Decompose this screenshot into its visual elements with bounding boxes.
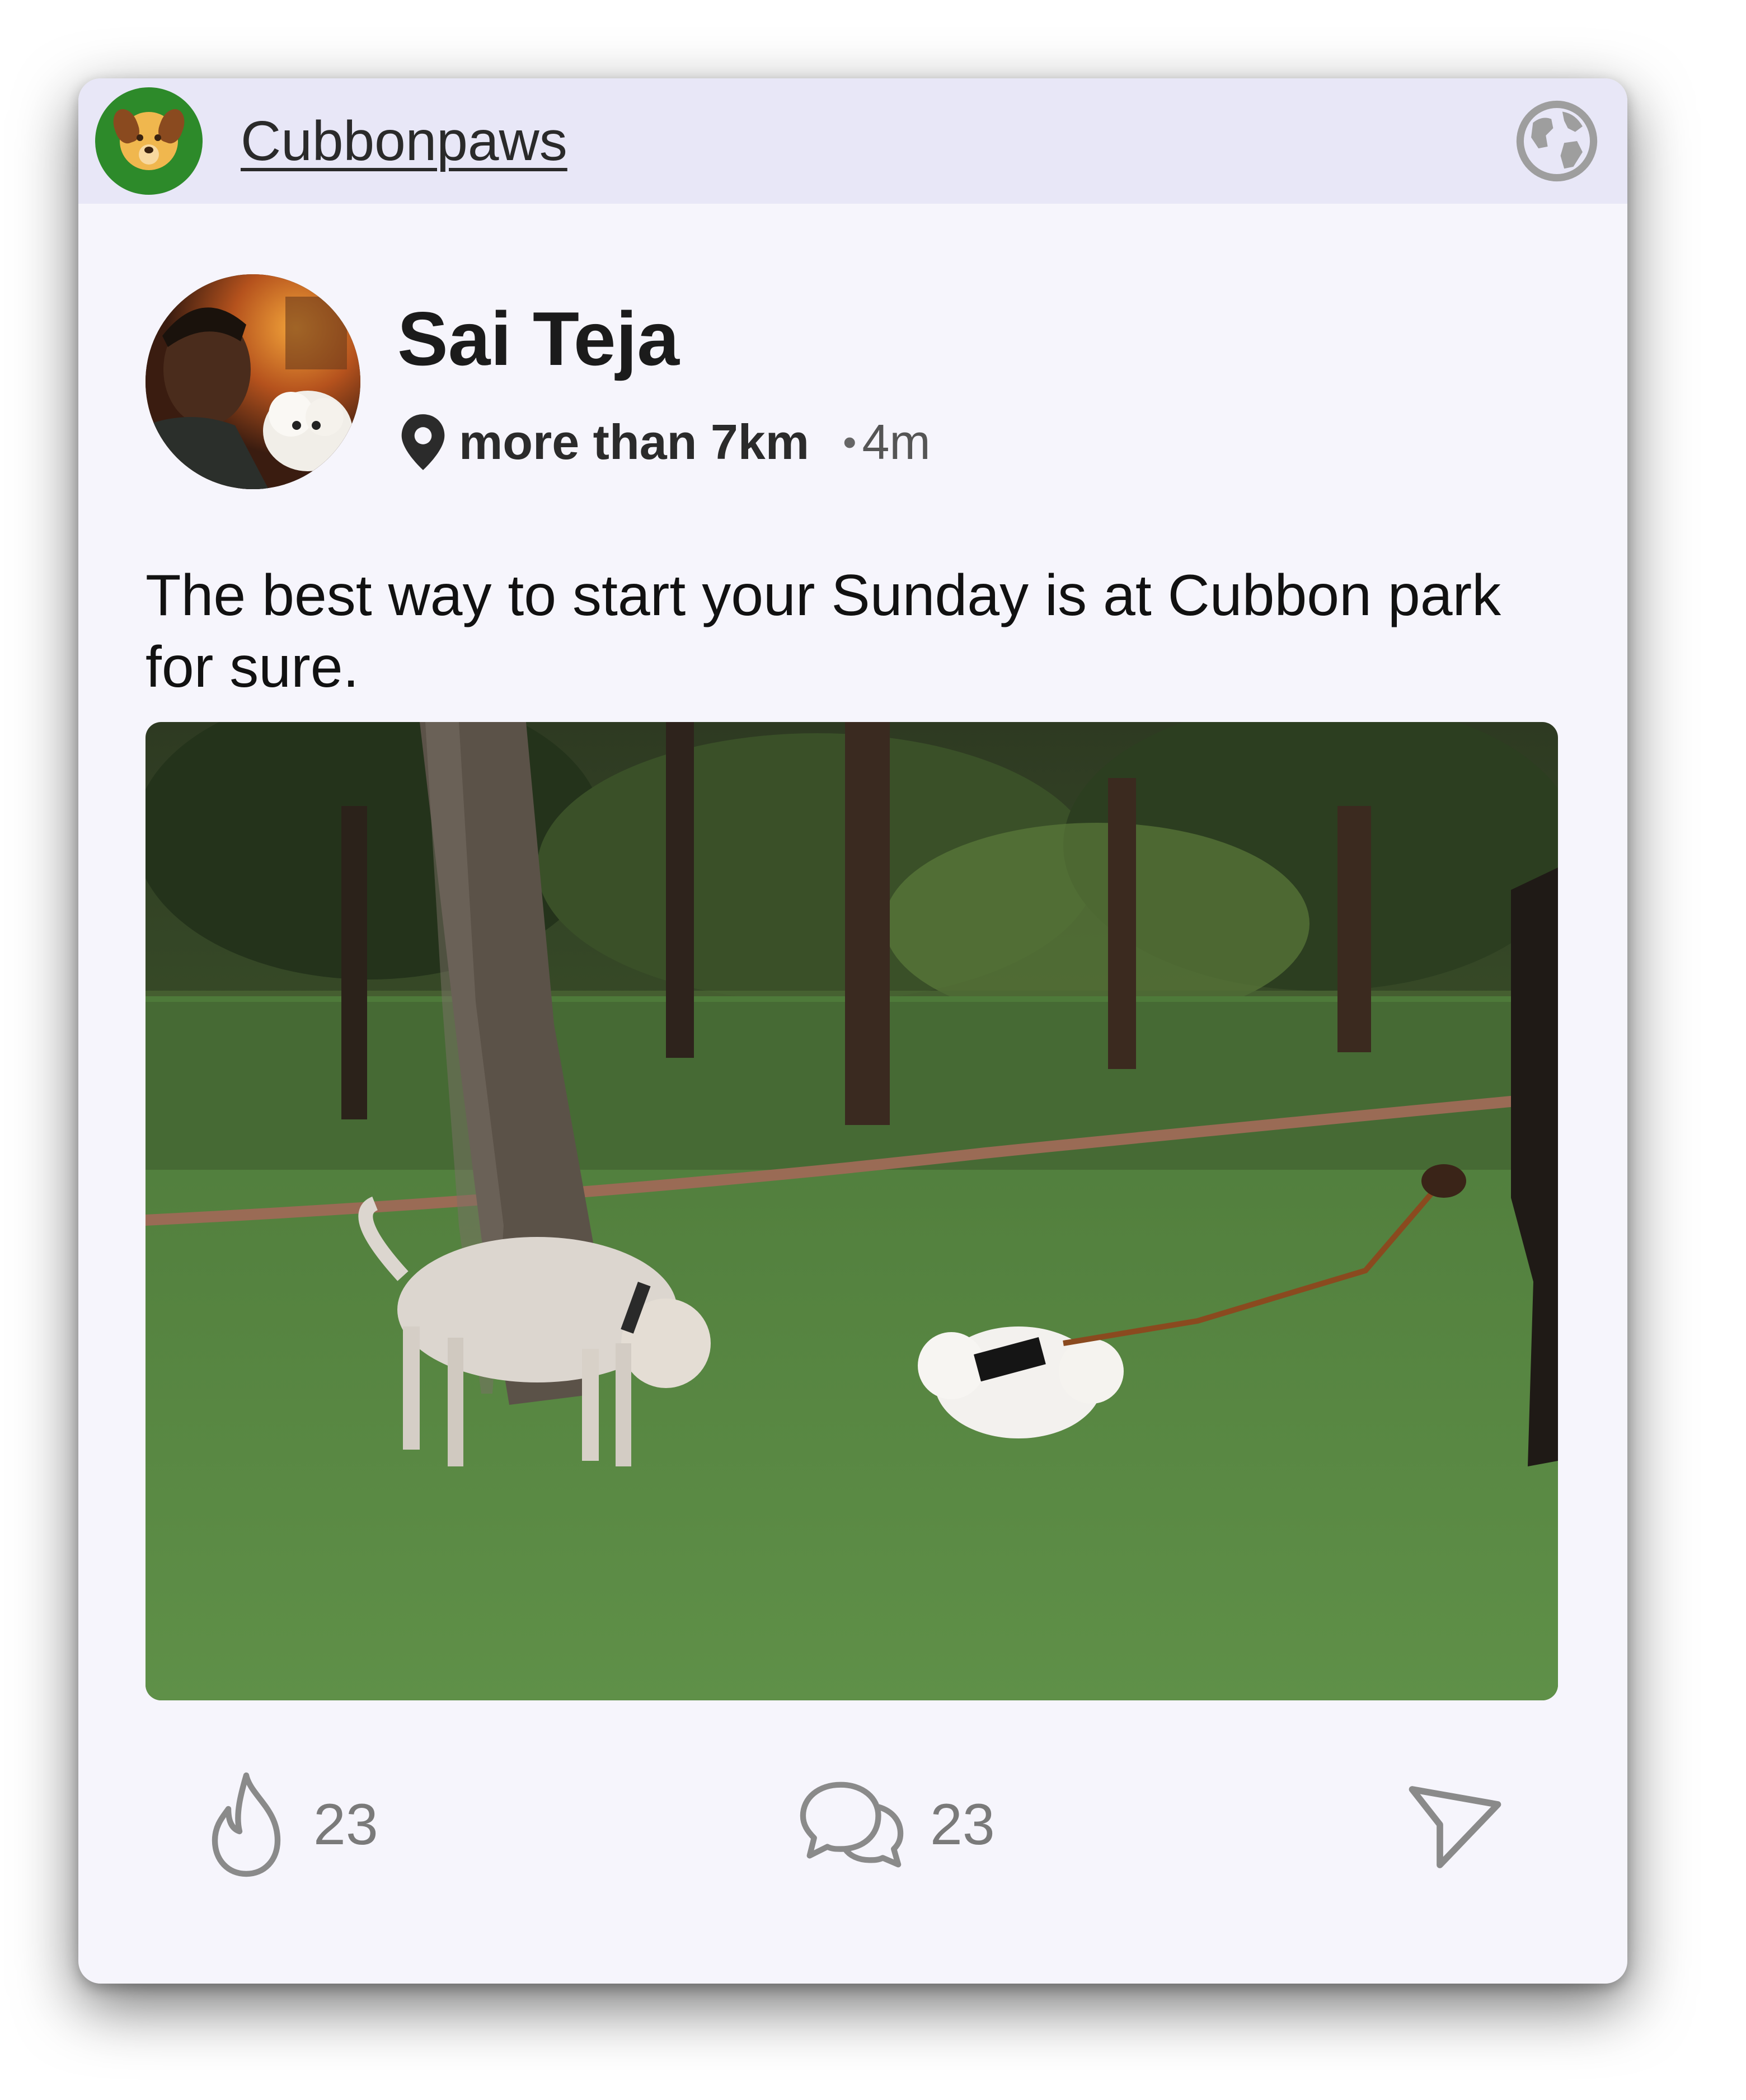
dog-face-icon: [109, 105, 189, 170]
flame-icon: [212, 1772, 281, 1877]
community-logo[interactable]: [95, 87, 203, 195]
post-actions: 23 23: [78, 1769, 1627, 1881]
post-photo[interactable]: [146, 722, 1558, 1700]
author-avatar[interactable]: [146, 274, 360, 489]
like-button[interactable]: 23: [201, 1769, 378, 1881]
post-meta: more than 7km • 4m: [397, 409, 931, 476]
chat-bubbles-icon: [800, 1782, 904, 1868]
comment-count: 23: [930, 1792, 995, 1857]
distance-label: more than 7km: [459, 414, 809, 470]
park-dogs-image: [146, 722, 1558, 1700]
post-card: Cubbonpaws Sai Teja more than 7km • 4m T…: [78, 78, 1627, 1984]
like-count: 23: [313, 1792, 378, 1857]
share-button[interactable]: [1405, 1769, 1505, 1881]
post-time: 4m: [862, 414, 931, 470]
author-name[interactable]: Sai Teja: [397, 297, 679, 381]
map-pin-icon: [401, 414, 445, 470]
send-icon: [1409, 1786, 1501, 1868]
globe-icon[interactable]: [1511, 95, 1603, 187]
meta-separator: •: [842, 420, 857, 464]
comment-button[interactable]: 23: [796, 1769, 995, 1881]
community-name-link[interactable]: Cubbonpaws: [241, 107, 567, 175]
post-text: The best way to start your Sunday is at …: [146, 563, 1501, 700]
avatar-photo: [146, 274, 360, 489]
community-header: Cubbonpaws: [78, 78, 1627, 204]
